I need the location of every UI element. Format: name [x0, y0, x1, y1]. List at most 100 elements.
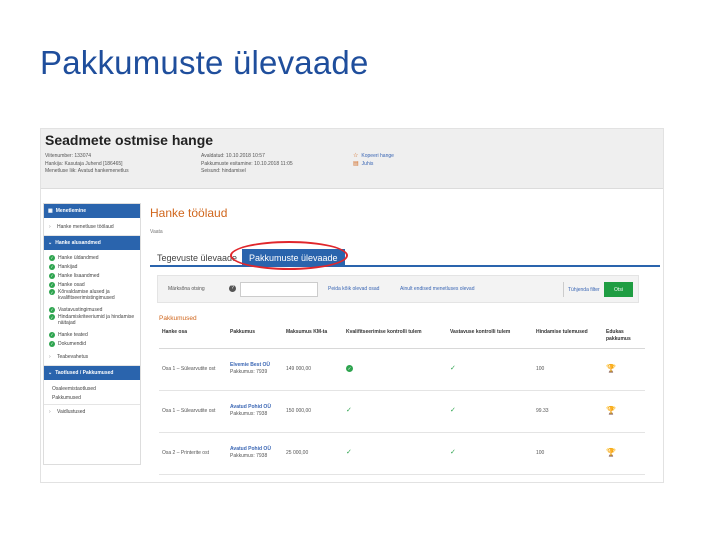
check-circle-icon: ✓: [49, 272, 55, 279]
view-link[interactable]: Vaata: [150, 229, 163, 235]
published-date: Avaldatud: 10.10.2018 10:57: [201, 153, 265, 159]
procurement-title: Seadmete ostmise hange: [45, 132, 214, 148]
star-icon: ☆: [353, 153, 359, 159]
offer-cell: Avatud Pohid OÜ Pakkumus: 7938: [227, 432, 283, 475]
check-circle-icon: ✓: [346, 365, 353, 372]
sidebar-item-hankijad[interactable]: ✓ Hankijad: [44, 262, 140, 271]
winning-offer: 🏆: [603, 348, 645, 391]
table-row[interactable]: Osa 1 – Sülearvutite ost Avatud Pohid OÜ…: [159, 390, 645, 433]
sidebar-item-osad[interactable]: ✓ Hanke osad: [44, 280, 140, 289]
trophy-icon: 🏆: [606, 447, 616, 457]
lot-name: Osa 2 – Printerite ost: [159, 432, 227, 475]
only-active-parts-link[interactable]: Ainult endised menetluses olevad: [400, 286, 475, 292]
offer-price: 25 000,00: [283, 432, 343, 475]
sidebar-item-pakkumused[interactable]: Pakkumused: [44, 393, 140, 402]
offer-number: Pakkumus: 7938: [230, 453, 268, 459]
sidebar-item-menetlemine[interactable]: ▦ Menetlemine: [44, 204, 140, 218]
check-circle-icon: ✓: [49, 254, 55, 261]
sidebar-item-dokumendid[interactable]: ✓ Dokumendid: [44, 339, 140, 348]
column-header: Edukas pakkumus: [603, 327, 645, 349]
guide-link[interactable]: ▤ Juhis: [353, 161, 394, 169]
procurement-header: Seadmete ostmise hange Viitenumber: 1330…: [41, 129, 663, 189]
pdf-icon: ▤: [353, 160, 359, 167]
winning-offer: 🏆: [603, 390, 645, 433]
offer-number: Pakkumus: 7939: [230, 369, 268, 375]
company-link[interactable]: Avatud Pohid OÜ: [230, 446, 280, 453]
column-header: Pakkumus: [227, 327, 283, 349]
submission-date: Pakkumuste esitamine: 10.10.2018 11:05: [201, 160, 293, 167]
keyword-search-input[interactable]: [240, 282, 318, 297]
trophy-icon: 🏆: [606, 405, 616, 415]
offer-cell: Avatud Pohid OÜ Pakkumus: 7938: [227, 390, 283, 433]
check-icon: ✓: [450, 449, 456, 456]
chevron-right-icon: ›: [49, 223, 51, 230]
evaluation-score: 99.33: [533, 390, 603, 433]
chevron-right-icon: ›: [49, 353, 51, 360]
sidebar-item-dashboard[interactable]: › Hanke menetluse töölaud: [44, 218, 140, 236]
offer-price: 150 000,00: [283, 390, 343, 433]
check-circle-icon: ✓: [49, 306, 55, 313]
column-header: Kvalifitseerimise kontrolli tulem: [343, 327, 447, 349]
table-row[interactable]: Osa 2 – Printerite ost Avatud Pohid OÜ P…: [159, 432, 645, 475]
offer-price: 149 000,00: [283, 348, 343, 391]
offer-cell: Elvemie Best OÜ Pakkumus: 7939: [227, 348, 283, 391]
sidebar-item-uldandmed[interactable]: ✓ Hanke üldandmed: [44, 253, 140, 262]
check-circle-icon: ✓: [49, 331, 55, 338]
chevron-right-icon: ›: [49, 409, 51, 415]
check-circle-icon: ✓: [49, 289, 55, 295]
conformity-result: ✓: [447, 348, 533, 391]
offers-table: Hanke osa Pakkumus Maksumus KM-ta Kvalif…: [159, 327, 645, 475]
header-info-col-1: Viitenumber: 133074 Hankija: Kasutaja Ju…: [45, 153, 129, 176]
offer-number: Pakkumus: 7938: [230, 411, 268, 417]
check-icon: ✓: [346, 449, 352, 456]
header-info-col-2: Avaldatud: 10.10.2018 10:57 Pakkumuste e…: [201, 153, 293, 176]
sidebar-item-lisaandmed[interactable]: ✓ Hanke lisaandmed: [44, 271, 140, 280]
table-row[interactable]: Osa 1 – Sülearvutite ost Elvemie Best OÜ…: [159, 348, 645, 391]
qualification-result: ✓: [343, 390, 447, 433]
sidebar-section-hanke-alusandmed[interactable]: ⌄ Hanke alusandmed: [44, 236, 140, 250]
sidebar-item-korvaldamise-alused[interactable]: ✓ Kõrvaldamise alused ja kvalifitseerimis…: [44, 289, 140, 305]
page-title: Hanke töölaud: [150, 206, 228, 220]
winning-offer: 🏆: [603, 432, 645, 475]
check-circle-icon: ✓: [49, 340, 55, 347]
company-link[interactable]: Avatud Pohid OÜ: [230, 404, 280, 411]
column-header: Vastavuse kontrolli tulem: [447, 327, 533, 349]
keyword-search-label: Märksõna otsing: [168, 286, 205, 292]
search-button[interactable]: Otsi: [604, 282, 633, 297]
help-icon[interactable]: ?: [229, 285, 236, 292]
reference-number: Viitenumber: 133074: [45, 153, 92, 159]
sidebar-section-taotlused[interactable]: ⌄ Taotlused / Pakkumused: [44, 366, 140, 380]
filter-bar: Märksõna otsing ? Peida kõik olevad osad…: [157, 275, 639, 303]
chevron-down-icon: ⌄: [48, 370, 53, 376]
clear-filter-button[interactable]: Tühjenda filter: [563, 282, 600, 297]
evaluation-score: 100: [533, 348, 603, 391]
sidebar-item-vastavustingimused[interactable]: ✓ Vastavustingimused: [44, 305, 140, 314]
qualification-result: ✓: [343, 348, 447, 391]
copy-procurement-link[interactable]: ☆ Kopeeri hange: [353, 153, 394, 161]
chevron-down-icon: ⌄: [48, 240, 53, 246]
check-circle-icon: ✓: [49, 281, 55, 288]
conformity-result: ✓: [447, 390, 533, 433]
check-icon: ✓: [450, 407, 456, 414]
sidebar-item-vaidlustused[interactable]: › Vaidlustused: [44, 405, 140, 419]
check-circle-icon: ✓: [49, 263, 55, 270]
column-header: Hanke osa: [159, 327, 227, 349]
contracting-authority: Hankija: Kasutaja Juhend [186465]: [45, 160, 123, 167]
sidebar-item-hanke-teated[interactable]: ✓ Hanke teated: [44, 330, 140, 339]
sidebar-item-teabevahetus[interactable]: › Teabevahetus: [44, 348, 140, 366]
check-icon: ✓: [450, 365, 456, 372]
sidebar-item-hindamiskriteeriumid[interactable]: ✓ Hindamiskriteeriumid ja hindamise näita…: [44, 314, 140, 330]
qualification-result: ✓: [343, 432, 447, 475]
company-link[interactable]: Elvemie Best OÜ: [230, 362, 280, 369]
procedure-status: Seisund: hindamisel: [201, 168, 246, 174]
grid-icon: ▦: [48, 208, 53, 214]
screenshot-frame: Seadmete ostmise hange Viitenumber: 1330…: [40, 128, 664, 483]
conformity-result: ✓: [447, 432, 533, 475]
check-icon: ✓: [346, 407, 352, 414]
tab-bar: Tegevuste ülevaade Pakkumuste ülevaade: [150, 245, 660, 267]
column-header: Maksumus KM-ta: [283, 327, 343, 349]
hide-all-parts-link[interactable]: Peida kõik olevad osad: [328, 286, 379, 292]
lot-name: Osa 1 – Sülearvutite ost: [159, 390, 227, 433]
sidebar-item-osalemistaotlused[interactable]: Osaleemistaotlused: [44, 384, 140, 393]
table-header-row: Hanke osa Pakkumus Maksumus KM-ta Kvalif…: [159, 327, 645, 349]
